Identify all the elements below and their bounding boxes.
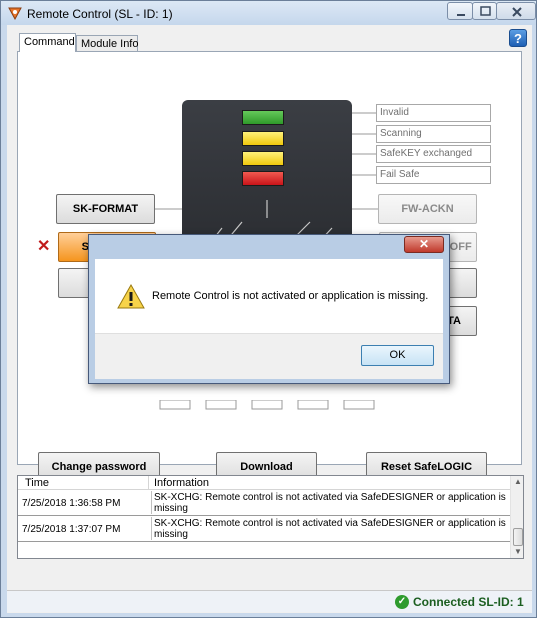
minimize-button[interactable] bbox=[447, 2, 473, 20]
scroll-thumb[interactable] bbox=[513, 528, 523, 546]
status-bar: ✓ Connected SL-ID: 1 bbox=[7, 590, 532, 612]
minimize-icon bbox=[457, 14, 465, 16]
error-mark-icon: ✕ bbox=[37, 238, 51, 255]
column-header-time[interactable]: Time bbox=[25, 477, 49, 489]
dialog-close-button[interactable]: ✕ bbox=[404, 236, 444, 253]
connected-check-icon: ✓ bbox=[395, 595, 409, 609]
scroll-down-icon[interactable]: ▼ bbox=[514, 547, 522, 556]
maximize-icon bbox=[480, 6, 491, 16]
window-close-button[interactable] bbox=[496, 2, 536, 20]
fw-ackn-button[interactable]: FW-ACKN bbox=[378, 194, 477, 224]
ok-button[interactable]: OK bbox=[361, 345, 434, 366]
dialog-body: Remote Control is not activated or appli… bbox=[95, 259, 443, 333]
column-header-information[interactable]: Information bbox=[154, 477, 209, 489]
warning-icon bbox=[117, 284, 145, 309]
close-icon bbox=[512, 7, 522, 17]
safekey-exchanged-led bbox=[242, 151, 284, 166]
event-log-table: Time Information 7/25/2018 1:36:58 PM SK… bbox=[17, 475, 524, 559]
dialog-message: Remote Control is not activated or appli… bbox=[152, 290, 429, 302]
dialog-footer: OK bbox=[95, 333, 443, 379]
safekey-status-field: SafeKEY exchanged bbox=[376, 145, 491, 163]
table-row[interactable]: 7/25/2018 1:37:07 PM SK-XCHG: Remote con… bbox=[18, 517, 510, 542]
tab-command[interactable]: Command bbox=[19, 33, 76, 52]
row-time: 7/25/2018 1:37:07 PM bbox=[22, 524, 121, 535]
remote-control-window: Remote Control (SL - ID: 1) Command Modu… bbox=[0, 0, 537, 618]
scroll-up-icon[interactable]: ▲ bbox=[514, 477, 522, 486]
column-separator[interactable] bbox=[148, 476, 149, 490]
failsafe-status-field: Fail Safe bbox=[376, 166, 491, 184]
scanning-status-field: Scanning bbox=[376, 125, 491, 143]
message-dialog: ✕ Remote Control is not activated or app… bbox=[88, 234, 450, 384]
title-bar[interactable]: Remote Control (SL - ID: 1) bbox=[1, 1, 536, 25]
help-icon[interactable]: ? bbox=[509, 29, 527, 47]
invalid-led bbox=[242, 110, 284, 125]
row-information: SK-XCHG: Remote control is not activated… bbox=[151, 517, 506, 540]
row-time: 7/25/2018 1:36:58 PM bbox=[22, 498, 121, 509]
connection-status: Connected SL-ID: 1 bbox=[413, 595, 524, 609]
maximize-button[interactable] bbox=[472, 2, 497, 20]
app-icon bbox=[8, 7, 22, 20]
row-information: SK-XCHG: Remote control is not activated… bbox=[151, 491, 506, 514]
log-scrollbar[interactable]: ▲ ▼ bbox=[510, 476, 523, 558]
invalid-status-field: Invalid bbox=[376, 104, 491, 122]
log-header: Time Information bbox=[18, 476, 510, 490]
window-title: Remote Control (SL - ID: 1) bbox=[27, 7, 173, 21]
scanning-led bbox=[242, 131, 284, 146]
table-row[interactable]: 7/25/2018 1:36:58 PM SK-XCHG: Remote con… bbox=[18, 491, 510, 516]
obscured-button-row bbox=[159, 400, 375, 410]
tab-module-info[interactable]: Module Info bbox=[76, 35, 138, 51]
sk-format-button[interactable]: SK-FORMAT bbox=[56, 194, 155, 224]
fail-safe-led bbox=[242, 171, 284, 186]
